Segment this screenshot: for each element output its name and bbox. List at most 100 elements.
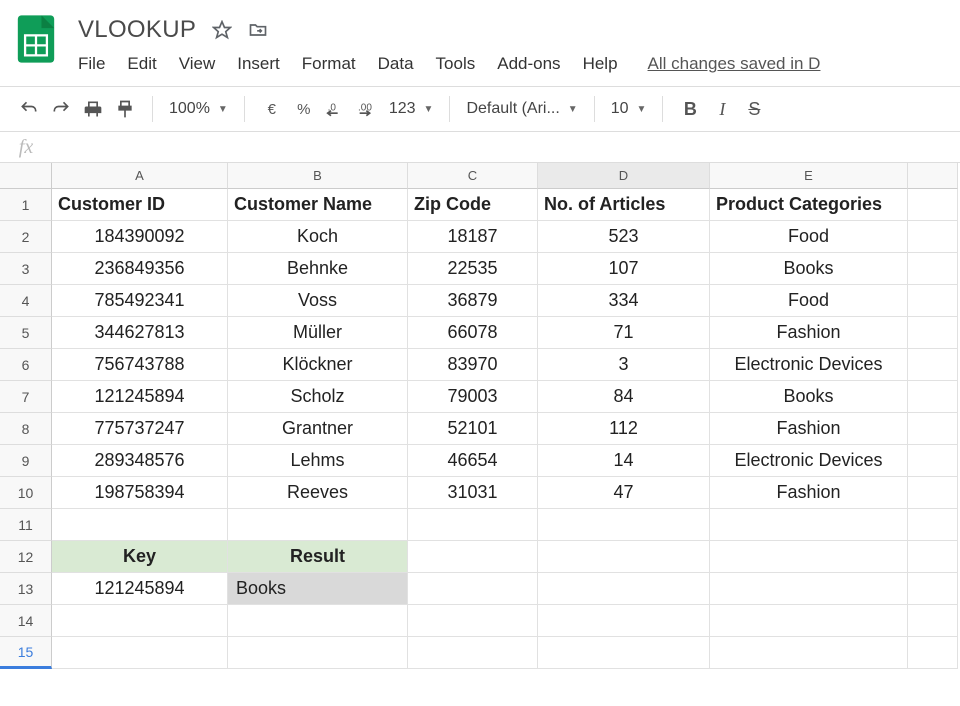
sheets-logo[interactable]	[14, 10, 58, 68]
col-header-E[interactable]: E	[710, 163, 908, 189]
cell[interactable]: 79003	[408, 381, 538, 413]
cell[interactable]	[408, 605, 538, 637]
strikethrough-button[interactable]: S	[743, 95, 765, 123]
cell[interactable]	[228, 605, 408, 637]
cell[interactable]: Zip Code	[408, 189, 538, 221]
cell[interactable]	[228, 637, 408, 669]
cell[interactable]: Lehms	[228, 445, 408, 477]
cell[interactable]: Food	[710, 285, 908, 317]
menu-view[interactable]: View	[179, 54, 216, 74]
cell[interactable]: Behnke	[228, 253, 408, 285]
cell[interactable]: 46654	[408, 445, 538, 477]
cell[interactable]: 121245894	[52, 573, 228, 605]
row-header[interactable]: 11	[0, 509, 52, 541]
cell[interactable]: No. of Articles	[538, 189, 710, 221]
percent-button[interactable]: %	[293, 95, 315, 123]
cell[interactable]: Books	[710, 381, 908, 413]
cell[interactable]	[908, 253, 958, 285]
col-header-A[interactable]: A	[52, 163, 228, 189]
cell[interactable]	[538, 509, 710, 541]
paint-format-button[interactable]	[114, 95, 136, 123]
cell[interactable]	[908, 541, 958, 573]
cell[interactable]	[228, 509, 408, 541]
cell[interactable]	[908, 573, 958, 605]
cell[interactable]: 289348576	[52, 445, 228, 477]
menu-insert[interactable]: Insert	[237, 54, 280, 74]
row-header[interactable]: 3	[0, 253, 52, 285]
cell[interactable]	[52, 509, 228, 541]
font-dropdown[interactable]: Default (Ari...▼	[466, 100, 577, 118]
cell[interactable]: 18187	[408, 221, 538, 253]
menu-data[interactable]: Data	[378, 54, 414, 74]
cell[interactable]: 52101	[408, 413, 538, 445]
col-header-B[interactable]: B	[228, 163, 408, 189]
cell[interactable]: 31031	[408, 477, 538, 509]
undo-button[interactable]	[18, 95, 40, 123]
cell[interactable]: Food	[710, 221, 908, 253]
cell[interactable]: Customer ID	[52, 189, 228, 221]
cell[interactable]: Books	[228, 573, 408, 605]
cell[interactable]: Scholz	[228, 381, 408, 413]
cell[interactable]: 14	[538, 445, 710, 477]
col-header-C[interactable]: C	[408, 163, 538, 189]
cell[interactable]	[538, 605, 710, 637]
cell[interactable]: Fashion	[710, 477, 908, 509]
doc-title[interactable]: VLOOKUP	[78, 16, 196, 44]
cell[interactable]	[538, 573, 710, 605]
cell[interactable]: 756743788	[52, 349, 228, 381]
col-header-D[interactable]: D	[538, 163, 710, 189]
decrease-decimal-button[interactable]: .0	[325, 95, 347, 123]
row-header[interactable]: 10	[0, 477, 52, 509]
cell[interactable]: Klöckner	[228, 349, 408, 381]
cell[interactable]	[538, 541, 710, 573]
menu-file[interactable]: File	[78, 54, 105, 74]
cell[interactable]	[908, 637, 958, 669]
cell[interactable]	[908, 349, 958, 381]
cell[interactable]: 66078	[408, 317, 538, 349]
save-status[interactable]: All changes saved in D	[648, 54, 821, 74]
cell[interactable]	[710, 637, 908, 669]
menu-edit[interactable]: Edit	[127, 54, 156, 74]
cell[interactable]	[908, 509, 958, 541]
cell[interactable]	[710, 605, 908, 637]
cell[interactable]: 523	[538, 221, 710, 253]
row-header[interactable]: 1	[0, 189, 52, 221]
cell[interactable]	[52, 605, 228, 637]
menu-addons[interactable]: Add-ons	[497, 54, 560, 74]
cell[interactable]	[52, 637, 228, 669]
increase-decimal-button[interactable]: .00	[357, 95, 379, 123]
cell[interactable]: Voss	[228, 285, 408, 317]
cell[interactable]: Books	[710, 253, 908, 285]
more-formats-dropdown[interactable]: 123▼	[389, 100, 434, 118]
row-header[interactable]: 2	[0, 221, 52, 253]
cell[interactable]: Fashion	[710, 317, 908, 349]
cell[interactable]	[710, 509, 908, 541]
cell[interactable]: Result	[228, 541, 408, 573]
cell[interactable]: 107	[538, 253, 710, 285]
formula-input[interactable]	[52, 132, 960, 162]
spreadsheet-grid[interactable]: A B C D E 1 Customer ID Customer Name Zi…	[0, 163, 960, 669]
cell[interactable]: 785492341	[52, 285, 228, 317]
cell[interactable]	[908, 381, 958, 413]
row-header[interactable]: 13	[0, 573, 52, 605]
print-button[interactable]	[82, 95, 104, 123]
cell[interactable]	[408, 541, 538, 573]
cell[interactable]	[908, 413, 958, 445]
cell[interactable]: Electronic Devices	[710, 445, 908, 477]
move-folder-icon[interactable]	[248, 20, 268, 40]
cell[interactable]	[908, 221, 958, 253]
cell[interactable]: 22535	[408, 253, 538, 285]
redo-button[interactable]	[50, 95, 72, 123]
row-header[interactable]: 9	[0, 445, 52, 477]
cell[interactable]: Electronic Devices	[710, 349, 908, 381]
menu-help[interactable]: Help	[583, 54, 618, 74]
row-header[interactable]: 14	[0, 605, 52, 637]
cell[interactable]: Reeves	[228, 477, 408, 509]
cell[interactable]: Key	[52, 541, 228, 573]
cell[interactable]	[908, 285, 958, 317]
cell[interactable]: Grantner	[228, 413, 408, 445]
cell[interactable]: 71	[538, 317, 710, 349]
cell[interactable]	[908, 317, 958, 349]
row-header[interactable]: 8	[0, 413, 52, 445]
cell[interactable]	[408, 509, 538, 541]
